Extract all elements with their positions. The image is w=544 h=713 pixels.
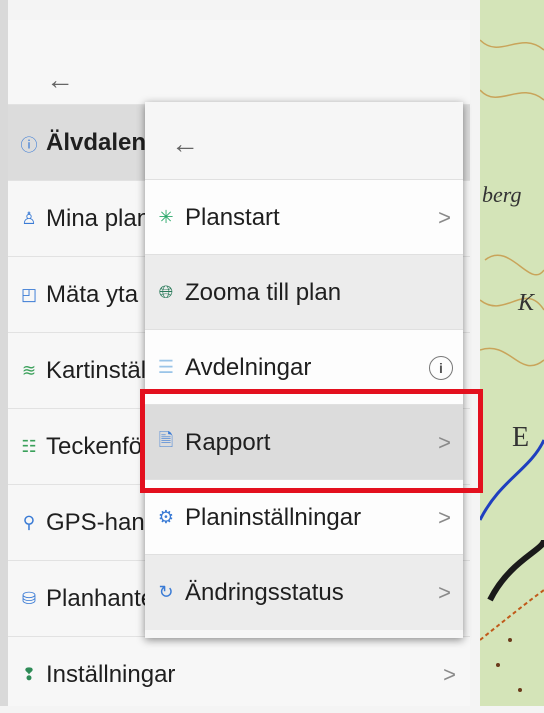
user-icon: ♙ <box>21 209 37 228</box>
submenu-item-andringsstatus[interactable]: ↻ Ändringsstatus > <box>145 554 463 630</box>
globe-icon: 🌐︎ <box>158 282 174 302</box>
window-frame <box>0 0 8 706</box>
menu-item-label: Mäta yta <box>46 281 139 308</box>
chevron-right-icon: > <box>438 504 451 530</box>
submenu-item-planinstallningar[interactable]: ⚙ Planinställningar > <box>145 479 463 555</box>
refresh-icon: ↻ <box>158 582 174 602</box>
location-pin-icon: ⚲ <box>22 513 36 532</box>
submenu-back-arrow-icon[interactable]: ← <box>171 128 199 160</box>
back-arrow-icon[interactable]: ← <box>46 64 74 96</box>
submenu-item-rapport[interactable]: 🗎︎ Rapport > <box>145 404 463 480</box>
menu-item-label: Älvdalen <box>46 129 147 156</box>
pdf-document-icon: 🗎︎ <box>158 429 174 450</box>
layers-icon: ≋ <box>21 361 37 380</box>
chevron-right-icon: > <box>438 429 451 455</box>
settings-pin-icon: ❢ <box>21 665 37 684</box>
info-circle-icon: ⓘ <box>20 135 38 155</box>
submenu-item-label: Rapport <box>185 428 271 456</box>
submenu-item-label: Zooma till plan <box>185 278 342 306</box>
submenu-item-avdelningar[interactable]: ☰ Avdelningar i <box>145 329 463 405</box>
submenu-item-label: Avdelningar <box>185 353 312 381</box>
legend-icon: ☷ <box>21 437 37 456</box>
submenu-item-label: Planstart <box>185 203 280 231</box>
map-label-k: K <box>518 290 535 316</box>
info-icon[interactable]: i <box>429 355 453 380</box>
map-topography <box>480 0 544 706</box>
map-view[interactable]: berg K E <box>480 0 544 706</box>
menu-item-installningar[interactable]: ❢ Inställningar > <box>8 636 470 713</box>
map-label-berg: berg <box>482 182 522 207</box>
chevron-right-icon: > <box>438 579 451 605</box>
submenu-item-zooma-till-plan[interactable]: 🌐︎ Zooma till plan <box>145 254 463 330</box>
chevron-right-icon: > <box>438 204 451 230</box>
sparkle-icon: ✳ <box>158 207 174 227</box>
submenu-item-label: Planinställningar <box>185 503 362 531</box>
submenu-item-planstart[interactable]: ✳ Planstart > <box>145 179 463 255</box>
gear-icon: ⚙ <box>157 507 175 527</box>
chevron-right-icon: > <box>443 662 456 687</box>
menu-item-label: Inställningar <box>46 661 176 688</box>
database-icon: ⛁ <box>21 589 37 608</box>
list-icon: ☰ <box>157 357 175 377</box>
measure-icon: ◰ <box>20 285 38 304</box>
submenu-item-label: Ändringsstatus <box>185 578 344 606</box>
plan-submenu: ← ✳ Planstart > 🌐︎ Zooma till plan ☰ Avd… <box>145 102 463 638</box>
map-label-e: E <box>512 422 530 453</box>
